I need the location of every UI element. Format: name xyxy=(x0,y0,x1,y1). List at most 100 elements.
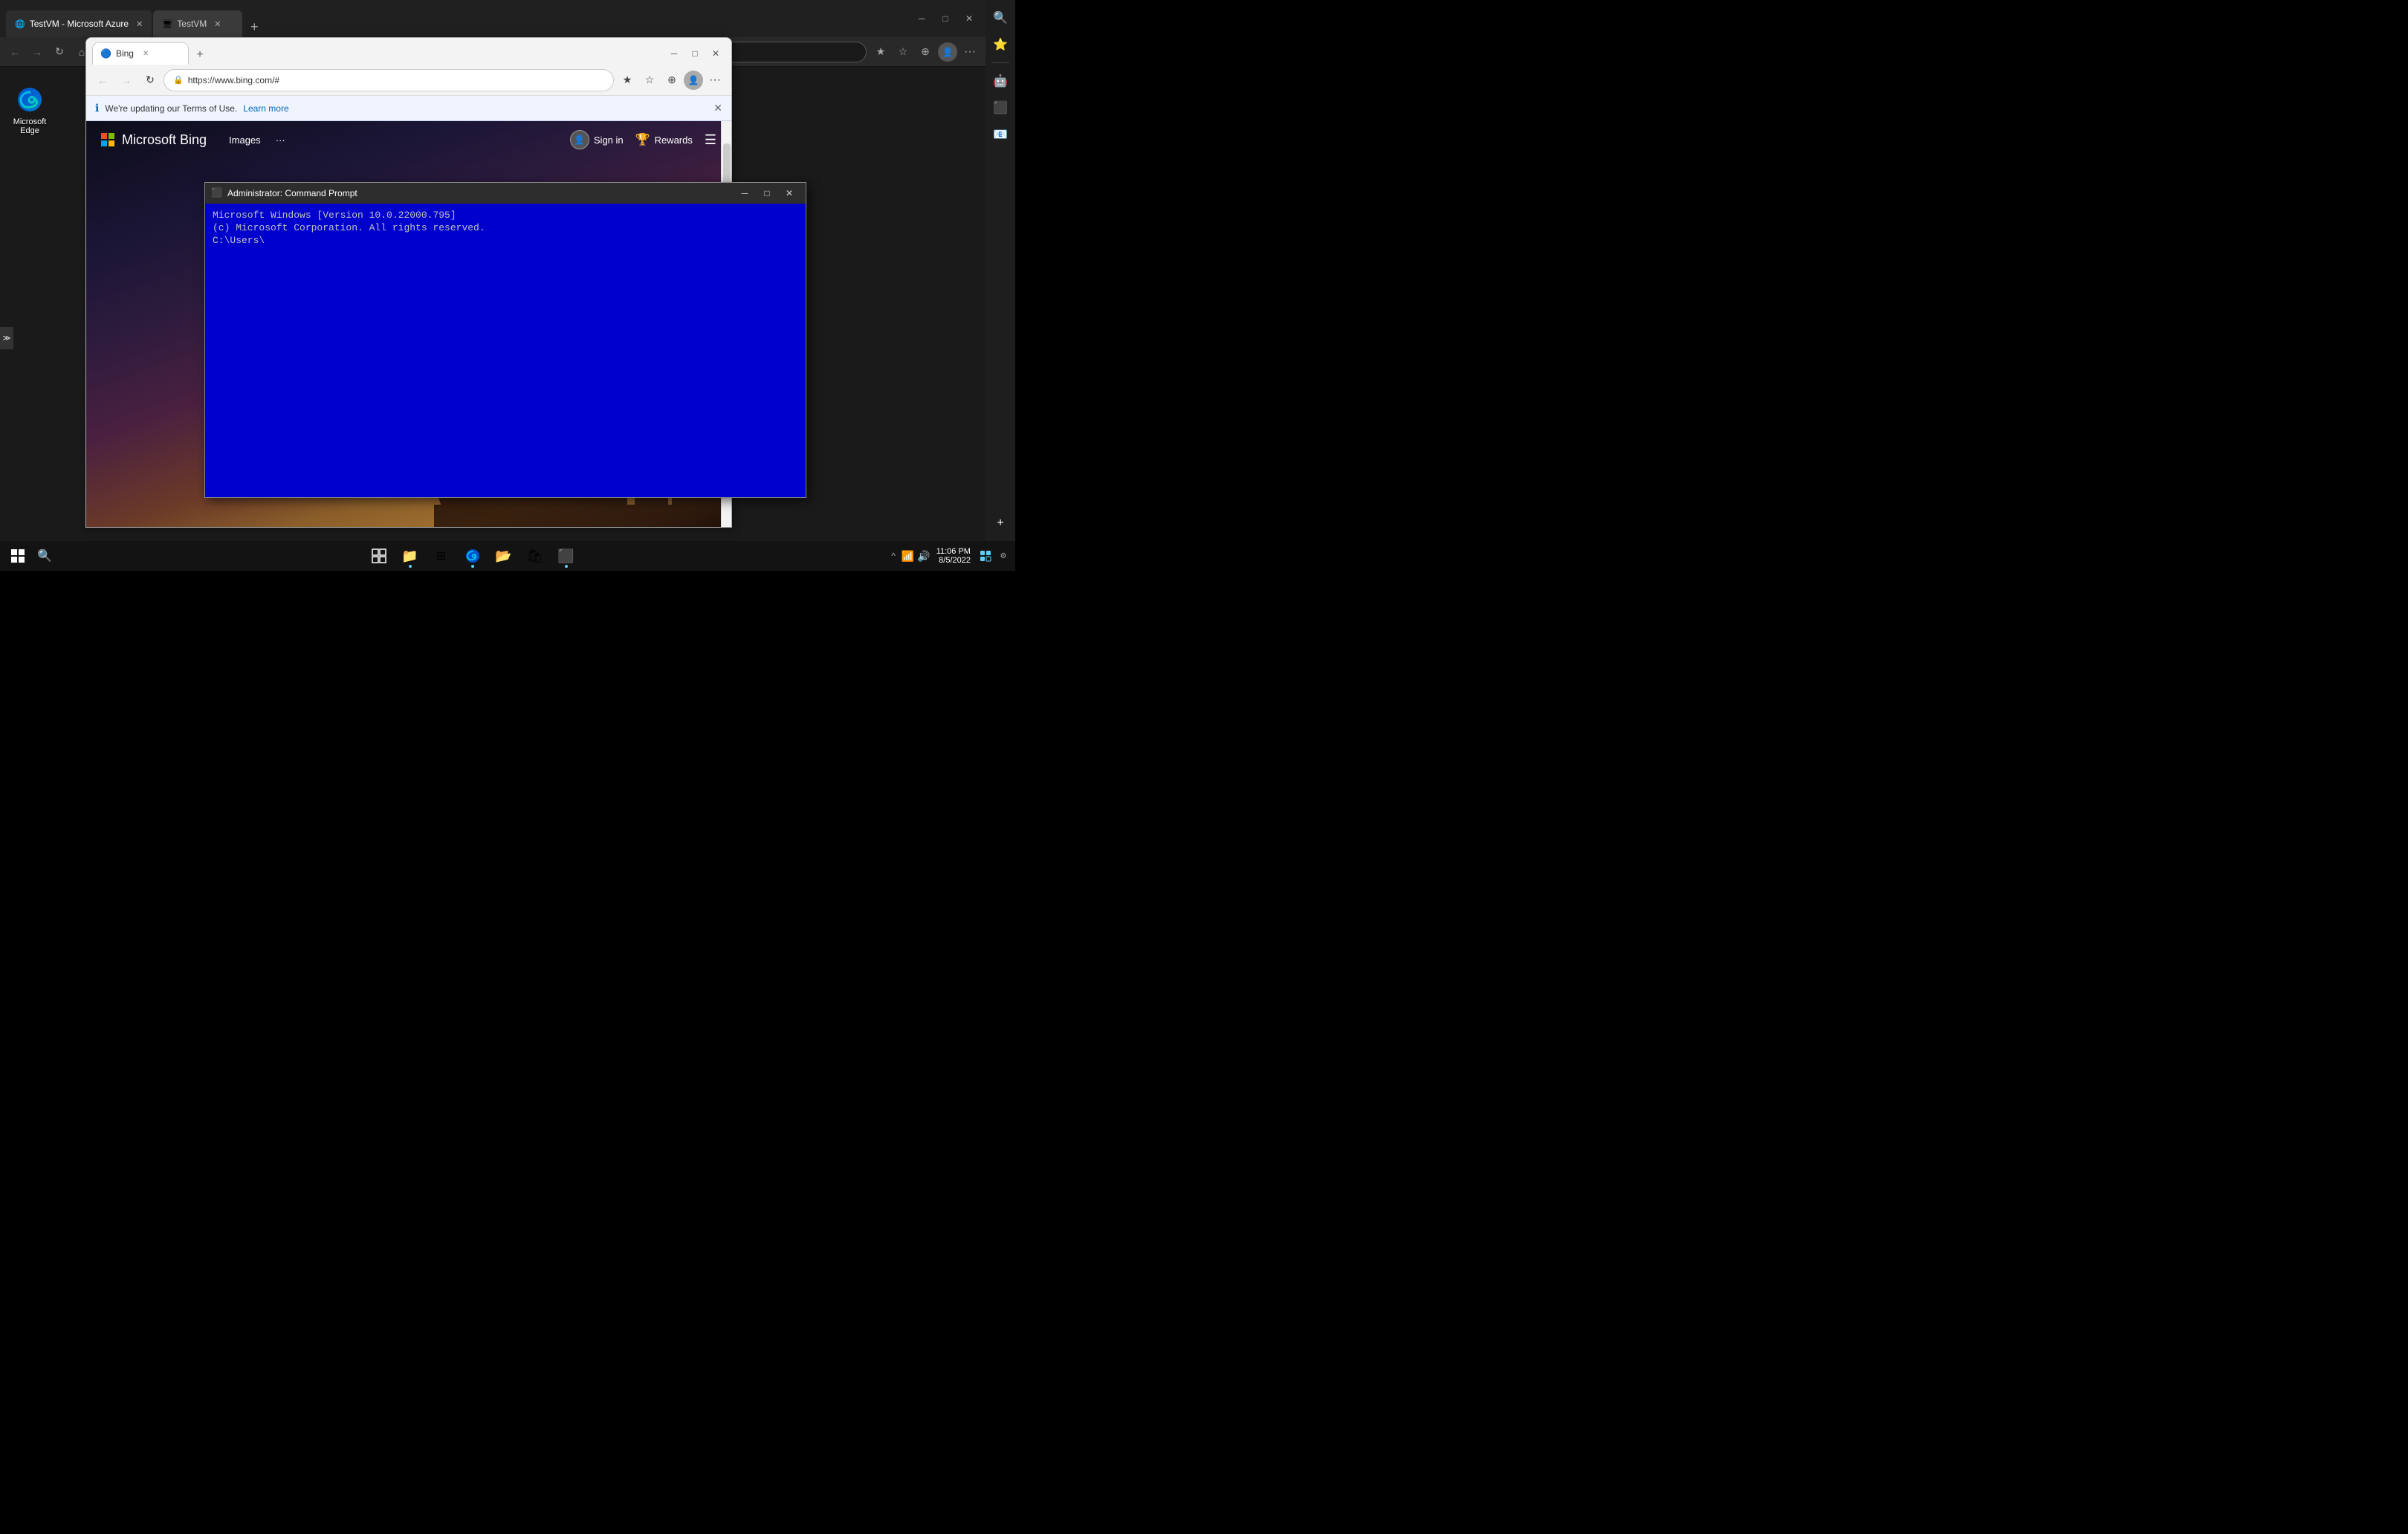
add-favorites-button[interactable]: ☆ xyxy=(893,42,913,62)
tab2-favicon: 🖥 xyxy=(162,19,172,29)
tab-1[interactable]: 🌐 TestVM - Microsoft Azure ✕ xyxy=(6,10,152,37)
bing-menu-button[interactable]: ☰ xyxy=(705,132,716,148)
tab-2[interactable]: 🖥 TestVM ✕ xyxy=(153,10,242,37)
cmd-restore-button[interactable]: □ xyxy=(757,186,777,201)
inner-new-tab-button[interactable]: + xyxy=(190,45,210,65)
taskbar-center-apps: 📁 ⊞ 📂 🛍 xyxy=(366,543,580,569)
cmd-line-2: (c) Microsoft Corporation. All rights re… xyxy=(213,222,798,233)
profile-button[interactable]: 👤 xyxy=(938,42,957,62)
forward-nav-button[interactable]: → xyxy=(28,43,46,61)
inner-more-button[interactable]: ··· xyxy=(705,70,725,91)
window-controls: ─ □ ✕ xyxy=(911,10,980,27)
notification-center-button[interactable] xyxy=(977,547,994,565)
inner-favorites-button[interactable]: ★ xyxy=(617,70,638,91)
sidebar-office-icon[interactable]: ⬛ xyxy=(988,96,1012,120)
inner-browser-titlebar: 🔵 Bing ✕ + ─ □ ✕ xyxy=(86,38,731,65)
sidebar-divider-1 xyxy=(991,62,1009,63)
tray-network-icon[interactable]: 📶 xyxy=(902,550,914,563)
cmd-title-text: Administrator: Command Prompt xyxy=(227,188,734,198)
inner-forward-button[interactable]: → xyxy=(116,70,137,91)
settings-tray-button[interactable]: ⚙ xyxy=(997,543,1009,569)
cmd-window-controls: ─ □ ✕ xyxy=(734,186,800,201)
bing-tab-title: Bing xyxy=(116,48,134,59)
more-menu-button[interactable]: ··· xyxy=(960,42,980,62)
sign-in-text: Sign in xyxy=(594,135,624,146)
sidebar-add-button[interactable]: + xyxy=(988,511,1012,535)
favorites-button[interactable]: ★ xyxy=(871,42,890,62)
tray-overflow-button[interactable]: ^ xyxy=(888,551,899,561)
user-avatar: 👤 xyxy=(570,130,589,149)
bing-nav-images[interactable]: Images xyxy=(229,135,261,146)
tab2-title: TestVM xyxy=(177,19,207,29)
sidebar-search-icon[interactable]: 🔍 xyxy=(988,6,1012,30)
tab1-favicon: 🌐 xyxy=(15,19,25,29)
bing-nav-more[interactable]: ··· xyxy=(276,135,285,146)
info-icon: ℹ xyxy=(95,102,99,114)
inner-close-button[interactable]: ✕ xyxy=(706,46,725,61)
bing-tab[interactable]: 🔵 Bing ✕ xyxy=(92,42,189,65)
logo-sq-blue xyxy=(101,140,107,146)
notification-text: We're updating our Terms of Use. xyxy=(105,103,237,114)
taskbar-files-button[interactable]: 📂 xyxy=(491,543,517,569)
inner-minimize-button[interactable]: ─ xyxy=(664,46,684,61)
taskbar-system-tray: ^ 📶 🔊 11:06 PM 8/5/2022 ⚙ xyxy=(888,543,1009,569)
restore-button[interactable]: □ xyxy=(935,10,956,27)
outer-browser-bar: 🌐 TestVM - Microsoft Azure ✕ 🖥 TestVM ✕ … xyxy=(0,0,985,37)
sidebar-outlook-icon[interactable]: 📧 xyxy=(988,123,1012,146)
inner-url-text: https://www.bing.com/# xyxy=(188,75,279,85)
new-tab-button[interactable]: + xyxy=(244,16,265,37)
inner-refresh-button[interactable]: ↻ xyxy=(140,70,161,91)
inner-add-favorites-button[interactable]: ☆ xyxy=(639,70,660,91)
tab1-close[interactable]: ✕ xyxy=(136,19,143,29)
cmd-window: ⬛ Administrator: Command Prompt ─ □ ✕ Mi… xyxy=(204,182,806,498)
cmd-line-1: Microsoft Windows [Version 10.0.22000.79… xyxy=(213,210,798,221)
learn-more-link[interactable]: Learn more xyxy=(243,103,288,114)
bing-logo: Microsoft Bing xyxy=(101,132,207,148)
tray-volume-icon[interactable]: 🔊 xyxy=(917,550,930,563)
refresh-nav-button[interactable]: ↻ xyxy=(51,43,68,61)
cmd-close-button[interactable]: ✕ xyxy=(779,186,800,201)
clock-date: 8/5/2022 xyxy=(939,556,971,565)
inner-lock-icon: 🔒 xyxy=(173,75,184,85)
inner-address-bar[interactable]: 🔒 https://www.bing.com/# xyxy=(164,69,614,91)
taskbar-terminal-button[interactable]: ⬛ xyxy=(553,543,580,569)
inner-window-controls: ─ □ ✕ xyxy=(664,46,725,61)
taskbar-store-button[interactable]: 🛍 xyxy=(522,543,548,569)
back-nav-button[interactable]: ← xyxy=(6,43,24,61)
bing-rewards-button[interactable]: 🏆 Rewards xyxy=(635,132,693,147)
inner-back-button[interactable]: ← xyxy=(92,70,113,91)
collections-button[interactable]: ⊕ xyxy=(916,42,935,62)
toolbar-action-buttons: ★ ☆ ⊕ 👤 ··· xyxy=(871,42,980,62)
minimize-button[interactable]: ─ xyxy=(911,10,932,27)
taskbar-taskview-button[interactable] xyxy=(366,543,392,569)
cmd-minimize-button[interactable]: ─ xyxy=(734,186,755,201)
taskbar-search-button[interactable]: 🔍 xyxy=(33,544,56,568)
bing-logo-squares xyxy=(101,133,114,146)
taskbar-clock[interactable]: 11:06 PM 8/5/2022 xyxy=(933,547,974,565)
terms-notification: ℹ We're updating our Terms of Use. Learn… xyxy=(86,96,731,121)
bing-logo-text: Microsoft Bing xyxy=(122,132,207,148)
bing-header-right: 👤 Sign in 🏆 Rewards ☰ xyxy=(570,130,716,149)
logo-sq-green xyxy=(109,133,114,139)
bing-tab-close[interactable]: ✕ xyxy=(143,50,149,58)
taskbar: 🔍 📁 ⊞ xyxy=(0,541,1015,571)
taskbar-widgets-button[interactable]: ⊞ xyxy=(428,543,455,569)
inner-profile-button[interactable]: 👤 xyxy=(684,71,703,90)
notification-close-button[interactable]: ✕ xyxy=(713,102,722,114)
tab1-title: TestVM - Microsoft Azure xyxy=(30,19,129,29)
sidebar-copilot-icon[interactable]: 🤖 xyxy=(988,69,1012,93)
bing-header: Microsoft Bing Images ··· 👤 Sign in 🏆 Re… xyxy=(86,121,731,158)
cmd-line-4: C:\Users\ xyxy=(213,235,798,246)
cmd-content-area[interactable]: Microsoft Windows [Version 10.0.22000.79… xyxy=(205,204,806,497)
taskbar-explorer-button[interactable]: 📁 xyxy=(397,543,424,569)
inner-browser-toolbar: ← → ↻ 🔒 https://www.bing.com/# ★ ☆ ⊕ 👤 ·… xyxy=(86,65,731,96)
taskbar-edge-button[interactable] xyxy=(459,543,486,569)
start-button[interactable] xyxy=(6,544,30,568)
tab2-close[interactable]: ✕ xyxy=(214,19,221,29)
logo-sq-yellow xyxy=(109,140,114,146)
inner-collections-button[interactable]: ⊕ xyxy=(661,70,682,91)
inner-restore-button[interactable]: □ xyxy=(685,46,705,61)
close-button[interactable]: ✕ xyxy=(959,10,980,27)
bing-sign-in-button[interactable]: 👤 Sign in xyxy=(570,130,624,149)
sidebar-favorites-icon[interactable]: ⭐ xyxy=(988,33,1012,56)
